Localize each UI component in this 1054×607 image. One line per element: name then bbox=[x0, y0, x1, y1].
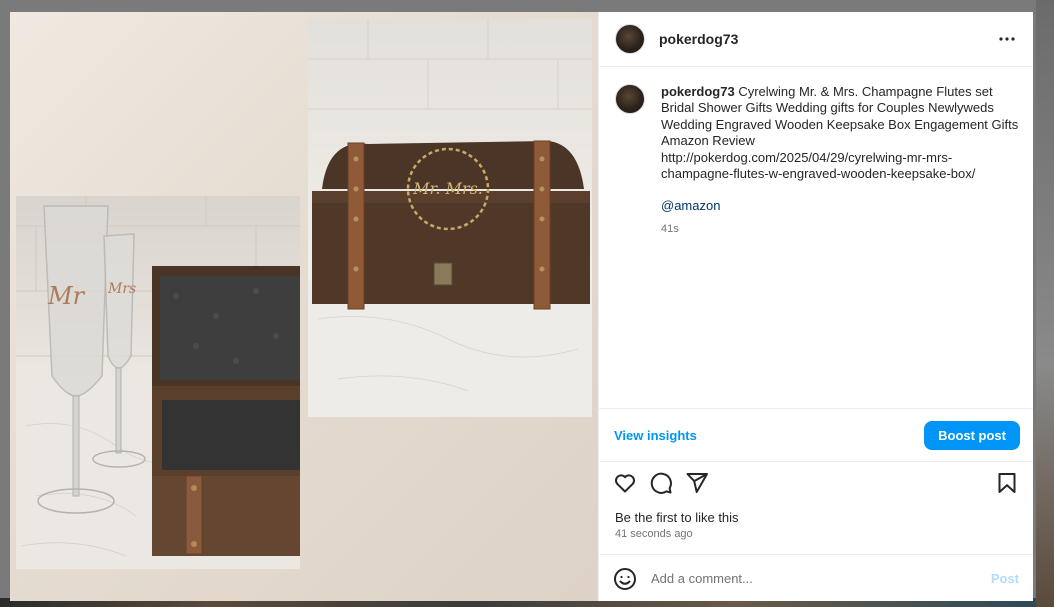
mention-link[interactable]: @amazon bbox=[661, 198, 1019, 214]
post-comment-button[interactable]: Post bbox=[991, 571, 1019, 586]
flute-engraving-mrs: Mrs bbox=[107, 281, 136, 297]
photo-flutes-and-open-box: Mr Mrs bbox=[16, 196, 300, 569]
post-media: Mr Mrs Mr. Mrs. bbox=[10, 12, 598, 601]
bookmark-icon[interactable] bbox=[995, 471, 1019, 495]
caption-time: 41s bbox=[661, 222, 679, 235]
post-modal: Mr Mrs Mr. Mrs. pokerdog73 pokerdog73 Cy… bbox=[10, 12, 1033, 601]
closed-box-illustration: Mr. Mrs. bbox=[308, 19, 592, 417]
caption: pokerdog73 Cyrelwing Mr. & Mrs. Champagn… bbox=[615, 84, 1019, 237]
posted-time: 41 seconds ago bbox=[615, 528, 693, 540]
post-header: pokerdog73 bbox=[599, 12, 1033, 67]
caption-avatar[interactable] bbox=[615, 84, 645, 114]
backdrop-right bbox=[1036, 0, 1054, 607]
avatar[interactable] bbox=[615, 24, 645, 54]
box-lid-engraving: Mr. Mrs. bbox=[412, 179, 483, 198]
boost-post-button[interactable]: Boost post bbox=[924, 420, 1020, 450]
comment-input[interactable] bbox=[649, 570, 991, 587]
caption-text: pokerdog73 Cyrelwing Mr. & Mrs. Champagn… bbox=[661, 84, 1019, 237]
comment-icon[interactable] bbox=[649, 471, 673, 495]
view-insights-link[interactable]: View insights bbox=[614, 428, 697, 443]
insights-bar: View insights Boost post bbox=[599, 408, 1033, 462]
comment-bar: Post bbox=[599, 554, 1033, 601]
likes-text: Be the first to like this bbox=[615, 510, 739, 525]
more-options-icon[interactable] bbox=[995, 27, 1019, 51]
flute-engraving-mr: Mr bbox=[47, 282, 86, 310]
caption-author[interactable]: pokerdog73 bbox=[661, 84, 735, 99]
heart-icon[interactable] bbox=[613, 471, 637, 495]
post-details: pokerdog73 pokerdog73 Cyrelwing Mr. & Mr… bbox=[598, 12, 1033, 601]
header-username[interactable]: pokerdog73 bbox=[659, 31, 995, 47]
photo-closed-box: Mr. Mrs. bbox=[308, 19, 592, 417]
flutes-box-illustration: Mr Mrs bbox=[16, 196, 300, 569]
share-icon[interactable] bbox=[685, 471, 709, 495]
action-bar bbox=[613, 470, 1019, 496]
smiley-icon[interactable] bbox=[613, 567, 637, 591]
